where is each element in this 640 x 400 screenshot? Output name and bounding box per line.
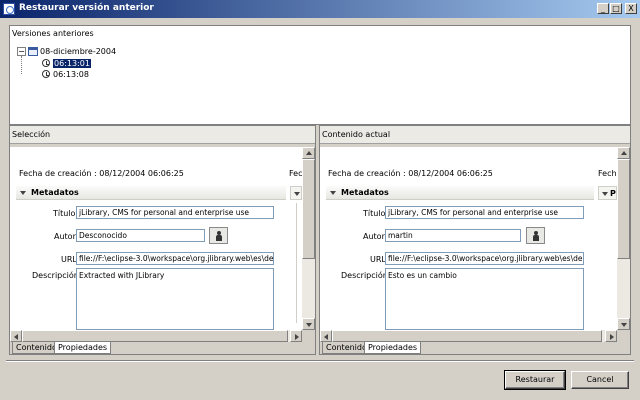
horizontal-scrollbar[interactable] [320, 330, 617, 342]
title-field[interactable]: jLibrary, CMS for personal and enterpris… [76, 206, 274, 219]
scroll-thumb[interactable] [617, 159, 630, 259]
creation-date-cut: Fech [289, 169, 302, 178]
collapse-icon [602, 192, 608, 196]
scroll-up-button[interactable] [302, 147, 315, 159]
restore-button[interactable]: Restaurar [504, 370, 566, 390]
arrow-up-icon [621, 151, 627, 155]
arrow-left-icon [324, 334, 328, 340]
arrow-down-icon [621, 323, 627, 327]
url-field[interactable]: file://F:\eclipse-3.0\workspace\org.jlib… [76, 252, 274, 265]
metadata-title: Metadatos [341, 188, 389, 197]
hscroll-thumb[interactable] [332, 330, 602, 342]
next-section-title-cut: P [610, 189, 616, 198]
tree-date-node[interactable]: 08-diciembre-2004 [40, 47, 116, 56]
tab-propiedades[interactable]: Propiedades [54, 342, 112, 354]
author-field[interactable]: martin [385, 229, 521, 242]
next-section-header[interactable]: P [598, 186, 617, 200]
arrow-right-icon [295, 334, 299, 340]
selection-content: Fecha de creación : 08/12/2004 06:06:25 … [10, 147, 302, 330]
tree-version-item[interactable]: 06:13:01 [53, 59, 91, 68]
calendar-icon [28, 47, 38, 56]
scroll-up-button[interactable] [617, 147, 630, 159]
scroll-left-button[interactable] [10, 330, 22, 342]
maximize-button[interactable]: □ [610, 3, 622, 14]
horizontal-scrollbar[interactable] [10, 330, 302, 342]
selection-header: Selección [10, 126, 315, 144]
person-icon [216, 231, 222, 241]
current-content-pane: Contenido actual Fecha de creación : 08/… [319, 125, 631, 355]
creation-date: Fecha de creación : 08/12/2004 06:06:25 [328, 169, 493, 178]
creation-date: Fecha de creación : 08/12/2004 06:06:25 [19, 169, 184, 178]
versions-panel: Versiones anteriores − 08-diciembre-2004… [9, 25, 631, 125]
scroll-down-button[interactable] [617, 318, 630, 330]
author-picker-button[interactable] [209, 227, 228, 244]
next-section-header[interactable] [290, 186, 302, 200]
selection-pane: Selección Fecha de creación : 08/12/2004… [9, 125, 316, 355]
title-bar[interactable]: Restaurar versión anterior _ □ X [0, 0, 640, 18]
description-label: Descripción [32, 271, 79, 280]
description-field[interactable]: Esto es un cambio [385, 268, 584, 330]
tab-propiedades[interactable]: Propiedades [364, 342, 422, 354]
arrow-right-icon [610, 334, 614, 340]
metadata-title: Metadatos [31, 188, 79, 197]
author-field[interactable]: Desconocido [76, 229, 205, 242]
vertical-scrollbar[interactable] [302, 147, 315, 330]
versions-label: Versiones anteriores [12, 29, 94, 38]
scroll-left-button[interactable] [320, 330, 332, 342]
collapse-icon [20, 191, 26, 195]
arrow-left-icon [14, 334, 18, 340]
cancel-button[interactable]: Cancel [571, 371, 629, 389]
window-title: Restaurar versión anterior [19, 3, 154, 13]
tree-version-item[interactable]: 06:13:08 [53, 70, 89, 79]
url-field[interactable]: file://F:\eclipse-3.0\workspace\org.jlib… [385, 252, 584, 265]
arrow-down-icon [306, 323, 312, 327]
selection-label: Selección [12, 130, 51, 139]
app-icon [3, 3, 15, 15]
vertical-scrollbar[interactable] [617, 147, 630, 330]
hscroll-thumb[interactable] [22, 330, 288, 342]
metadata-header[interactable]: Metadatos [16, 186, 286, 200]
clock-icon [42, 70, 50, 78]
creation-date-cut: Fech [598, 169, 617, 178]
description-field[interactable]: Extracted with JLibrary [76, 268, 274, 330]
current-content-header: Contenido actual [320, 126, 630, 144]
scroll-thumb[interactable] [302, 159, 315, 259]
scroll-right-button[interactable] [605, 330, 617, 342]
title-label: Título [53, 209, 76, 218]
scroll-right-button[interactable] [290, 330, 302, 342]
author-label: Autor [363, 232, 385, 241]
current-content-body: Fecha de creación : 08/12/2004 06:06:25 … [320, 147, 617, 330]
metadata-header[interactable]: Metadatos [326, 186, 594, 200]
tree-line [21, 56, 22, 74]
title-label: Título [363, 209, 386, 218]
minimize-button[interactable]: _ [597, 3, 609, 14]
scroll-down-button[interactable] [302, 318, 315, 330]
collapse-icon [330, 191, 336, 195]
author-picker-button[interactable] [526, 227, 545, 244]
collapse-icon [294, 192, 300, 196]
arrow-up-icon [306, 151, 312, 155]
bottom-separator [6, 360, 634, 362]
current-content-label: Contenido actual [322, 130, 391, 139]
tree-collapse-toggle[interactable]: − [17, 47, 26, 56]
clock-icon [42, 59, 50, 67]
author-label: Autor [54, 232, 76, 241]
description-label: Descripción [341, 271, 388, 280]
url-label: URL [61, 255, 77, 264]
person-icon [533, 231, 539, 241]
close-button[interactable]: X [625, 3, 637, 14]
title-field[interactable]: jLibrary, CMS for personal and enterpris… [385, 206, 584, 219]
url-label: URL [370, 255, 386, 264]
